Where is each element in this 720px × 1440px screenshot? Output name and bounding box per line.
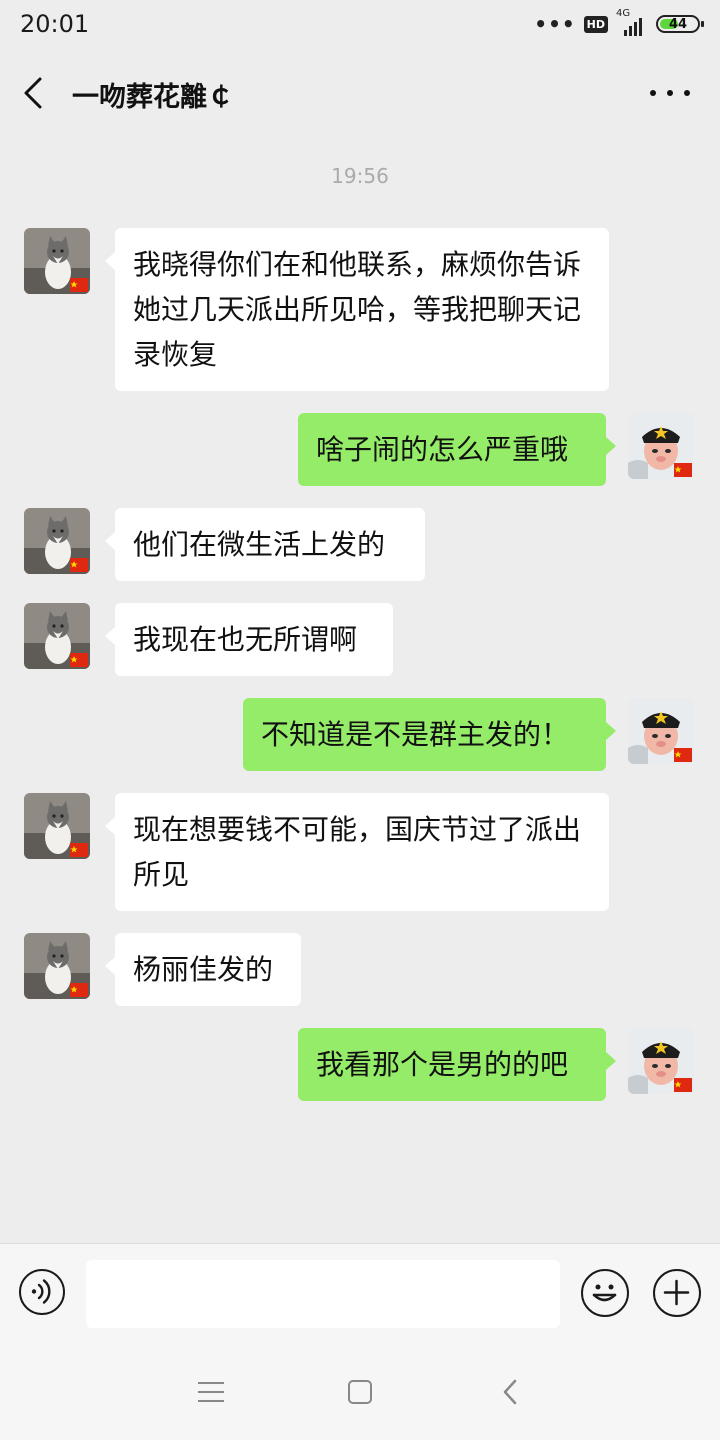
status-bar: 20:01 ••• HD 4G 44 [0,0,720,50]
received-message-bubble[interactable]: 我现在也无所谓啊 [105,603,393,676]
contact-avatar[interactable] [24,793,90,859]
emoji-button[interactable] [581,1269,629,1317]
more-options-button[interactable] [650,75,690,111]
my-avatar[interactable] [628,1028,694,1094]
battery-level: 44 [668,16,688,32]
message-input[interactable] [86,1260,560,1328]
recent-apps-button[interactable] [198,1382,224,1402]
voice-icon [31,1279,51,1304]
plus-icon [663,1279,690,1306]
sent-message-bubble[interactable]: 啥子闹的怎么严重哦 [298,413,616,486]
system-back-button[interactable] [500,1378,520,1406]
contact-avatar[interactable] [24,508,90,574]
my-avatar[interactable] [628,413,694,479]
chevron-left-icon [24,77,42,109]
contact-avatar[interactable] [24,603,90,669]
status-icons: ••• HD 4G 44 [534,8,704,38]
contact-avatar[interactable] [24,933,90,999]
emoji-icon [592,1284,617,1302]
sent-message-bubble[interactable]: 不知道是不是群主发的！ [243,698,616,771]
received-message-bubble[interactable]: 我晓得你们在和他联系，麻烦你告诉她过几天派出所见哈，等我把聊天记录恢复 [105,228,609,391]
voice-button[interactable] [19,1269,65,1315]
status-time: 20:01 [20,10,90,38]
notification-dots-icon: ••• [534,12,576,36]
chat-title: 一吻葬花離￠ [72,82,234,113]
input-bar [0,1243,720,1344]
system-nav-bar [0,1344,720,1440]
plus-button[interactable] [653,1269,701,1317]
home-button[interactable] [348,1380,372,1404]
my-avatar[interactable] [628,698,694,764]
received-message-bubble[interactable]: 现在想要钱不可能，国庆节过了派出所见 [105,793,609,911]
sent-message-bubble[interactable]: 我看那个是男的的吧 [298,1028,616,1101]
signal-icon: 4G [616,8,648,36]
back-button[interactable] [20,73,50,113]
chat-header: 一吻葬花離￠ [0,55,720,130]
battery-icon: 44 [656,15,704,33]
back-arrow-icon [503,1379,517,1405]
message-timestamp: 19:56 [331,164,389,188]
received-message-bubble[interactable]: 他们在微生活上发的 [105,508,425,581]
received-message-bubble[interactable]: 杨丽佳发的 [105,933,301,1006]
hd-badge: HD [583,15,608,33]
contact-avatar[interactable] [24,228,90,294]
